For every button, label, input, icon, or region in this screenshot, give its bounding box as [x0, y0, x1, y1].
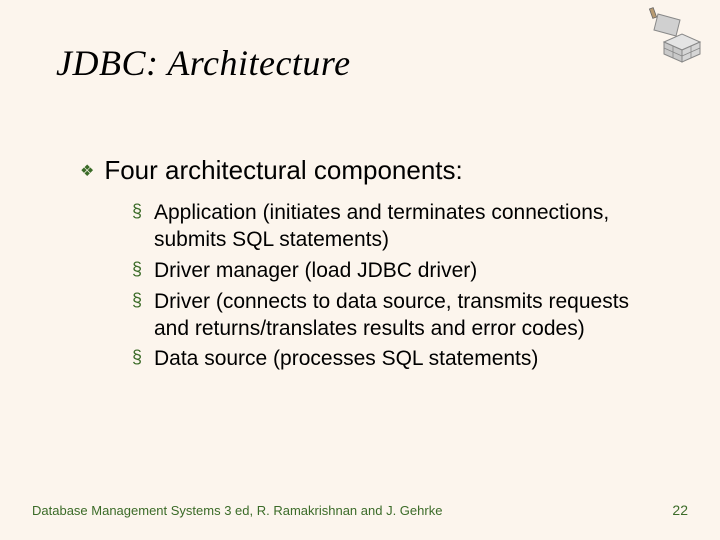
lead-line: ❖ Four architectural components: — [80, 155, 660, 186]
list-item: Driver (connects to data source, transmi… — [132, 289, 660, 343]
list-item: Application (initiates and terminates co… — [132, 200, 660, 254]
footer-citation: Database Management Systems 3 ed, R. Ram… — [32, 503, 442, 518]
slide-title: JDBC: Architecture — [56, 42, 351, 84]
list-item: Driver manager (load JDBC driver) — [132, 258, 660, 285]
list-item: Data source (processes SQL statements) — [132, 346, 660, 373]
slide-content: ❖ Four architectural components: Applica… — [80, 155, 660, 377]
diamond-bullet-icon: ❖ — [80, 161, 94, 181]
lead-text: Four architectural components: — [104, 155, 462, 186]
page-number: 22 — [672, 502, 688, 518]
slide: JDBC: Architecture ❖ Four architectural … — [0, 0, 720, 540]
sub-bullet-list: Application (initiates and terminates co… — [132, 200, 660, 373]
trowel-bricks-icon — [630, 6, 702, 66]
